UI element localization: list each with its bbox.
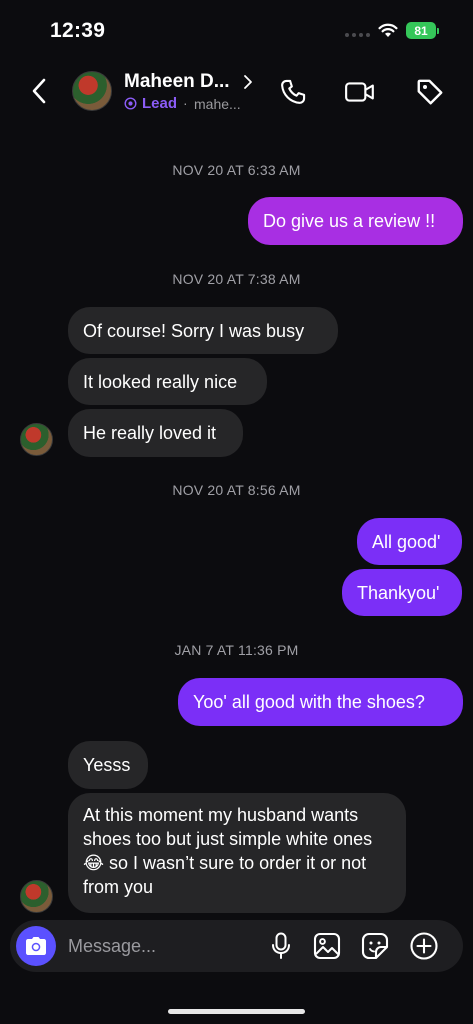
timestamp: NOV 20 AT 7:38 AM <box>172 271 301 287</box>
sender-avatar[interactable] <box>20 423 53 456</box>
status-time: 12:39 <box>50 19 106 42</box>
timestamp: JAN 7 AT 11:36 PM <box>174 642 299 658</box>
username: mahe... <box>194 96 241 112</box>
contact-avatar[interactable] <box>72 71 112 111</box>
timestamp: NOV 20 AT 8:56 AM <box>172 482 301 498</box>
battery-cap <box>437 28 439 34</box>
sticker-button[interactable] <box>360 931 390 961</box>
message-bubble-incoming[interactable]: At this moment my husband wants shoes to… <box>68 793 406 913</box>
lead-label: Lead <box>142 95 178 112</box>
message-bubble-incoming[interactable]: Yesss <box>68 741 148 789</box>
message-bubble-incoming[interactable]: He really loved it <box>68 409 243 457</box>
message-bubble-outgoing[interactable]: All good' <box>357 518 462 565</box>
gallery-button[interactable] <box>312 931 342 961</box>
signal-icon <box>345 33 370 37</box>
message-composer <box>10 920 463 972</box>
voice-button[interactable] <box>266 931 296 961</box>
video-camera-icon <box>345 82 374 102</box>
message-bubble-incoming[interactable]: Of course! Sorry I was busy <box>68 307 338 354</box>
separator: · <box>183 95 188 111</box>
message-bubble-outgoing[interactable]: Do give us a review !! <box>248 197 463 245</box>
call-button[interactable] <box>277 76 309 108</box>
plus-icon <box>410 932 438 960</box>
home-indicator[interactable] <box>168 1009 305 1014</box>
back-icon[interactable] <box>26 76 52 106</box>
more-actions-button[interactable] <box>409 931 439 961</box>
chevron-right-icon[interactable] <box>241 73 255 91</box>
timestamp: NOV 20 AT 6:33 AM <box>172 162 301 178</box>
video-call-button[interactable] <box>344 76 376 108</box>
tag-button[interactable] <box>414 76 446 108</box>
status-bar: 12:39 81 <box>0 0 473 60</box>
microphone-icon <box>272 932 290 959</box>
lead-icon <box>124 97 137 110</box>
battery-icon: 81 <box>406 22 436 39</box>
contact-name[interactable]: Maheen D... <box>124 71 230 93</box>
message-bubble-outgoing[interactable]: Thankyou' <box>342 569 462 616</box>
gallery-icon <box>313 932 341 960</box>
chat-header: Maheen D... Lead · mahe... <box>0 62 473 124</box>
sender-avatar[interactable] <box>20 880 53 913</box>
message-input[interactable] <box>68 933 258 959</box>
camera-button[interactable] <box>16 926 56 966</box>
camera-icon <box>26 937 46 955</box>
wifi-icon <box>378 23 398 37</box>
tag-icon <box>417 79 443 105</box>
sticker-icon <box>361 932 389 960</box>
message-bubble-outgoing[interactable]: Yoo' all good with the shoes? <box>178 678 463 726</box>
message-bubble-incoming[interactable]: It looked really nice <box>68 358 267 405</box>
phone-icon <box>281 79 306 104</box>
